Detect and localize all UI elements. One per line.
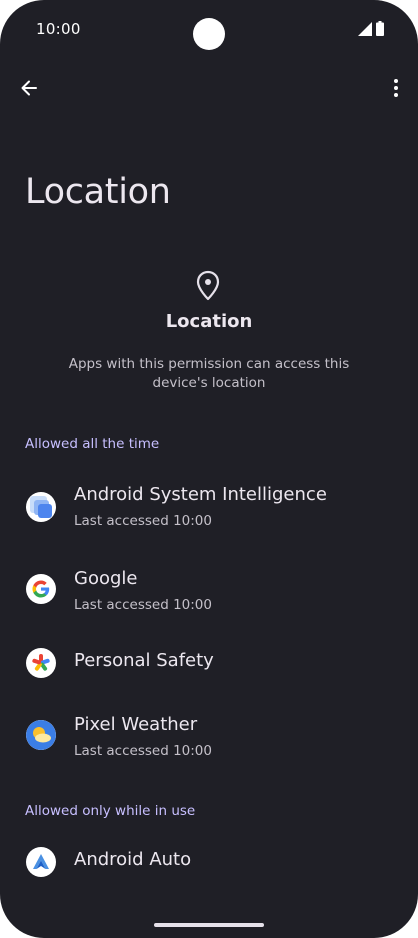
camera-cutout xyxy=(193,18,225,50)
page-title: Location xyxy=(25,172,171,212)
signal-icon xyxy=(358,21,372,36)
app-subtitle: Last accessed 10:00 xyxy=(74,513,212,529)
app-row-android-auto[interactable]: Android Auto xyxy=(0,845,418,879)
app-name: Pixel Weather xyxy=(74,714,198,735)
header-description: Apps with this permission can access thi… xyxy=(68,356,350,391)
navigation-handle[interactable] xyxy=(154,923,264,927)
app-subtitle: Last accessed 10:00 xyxy=(74,597,212,613)
header-title: Location xyxy=(165,311,253,332)
status-bar: 10:00 xyxy=(0,0,418,60)
personal-safety-icon xyxy=(26,648,56,678)
more-vert-icon xyxy=(394,79,398,97)
app-row-android-system-intelligence[interactable]: Android System Intelligence Last accesse… xyxy=(0,478,418,542)
app-row-google[interactable]: Google Last accessed 10:00 xyxy=(0,562,418,626)
back-arrow-icon xyxy=(21,80,37,96)
back-button[interactable] xyxy=(14,73,44,103)
android-system-intelligence-icon xyxy=(26,492,56,522)
status-time: 10:00 xyxy=(36,20,81,38)
android-auto-icon xyxy=(26,847,56,877)
app-name: Android Auto xyxy=(74,849,192,870)
app-name: Personal Safety xyxy=(74,650,214,671)
pixel-weather-icon xyxy=(26,720,56,750)
google-icon xyxy=(26,574,56,604)
app-row-personal-safety[interactable]: Personal Safety xyxy=(0,646,418,680)
app-name: Android System Intelligence xyxy=(74,484,327,505)
app-name: Google xyxy=(74,568,138,589)
section-header-allowed-all-the-time: Allowed all the time xyxy=(25,436,160,452)
more-options-button[interactable] xyxy=(384,73,408,103)
app-subtitle: Last accessed 10:00 xyxy=(74,743,212,759)
section-header-allowed-only-while-in-use: Allowed only while in use xyxy=(25,803,196,819)
location-pin-icon xyxy=(196,270,220,301)
app-row-pixel-weather[interactable]: Pixel Weather Last accessed 10:00 xyxy=(0,708,418,772)
battery-icon xyxy=(376,21,384,36)
status-icons xyxy=(358,21,384,36)
phone-screen: 10:00 Location Location Apps with this p… xyxy=(0,0,418,938)
